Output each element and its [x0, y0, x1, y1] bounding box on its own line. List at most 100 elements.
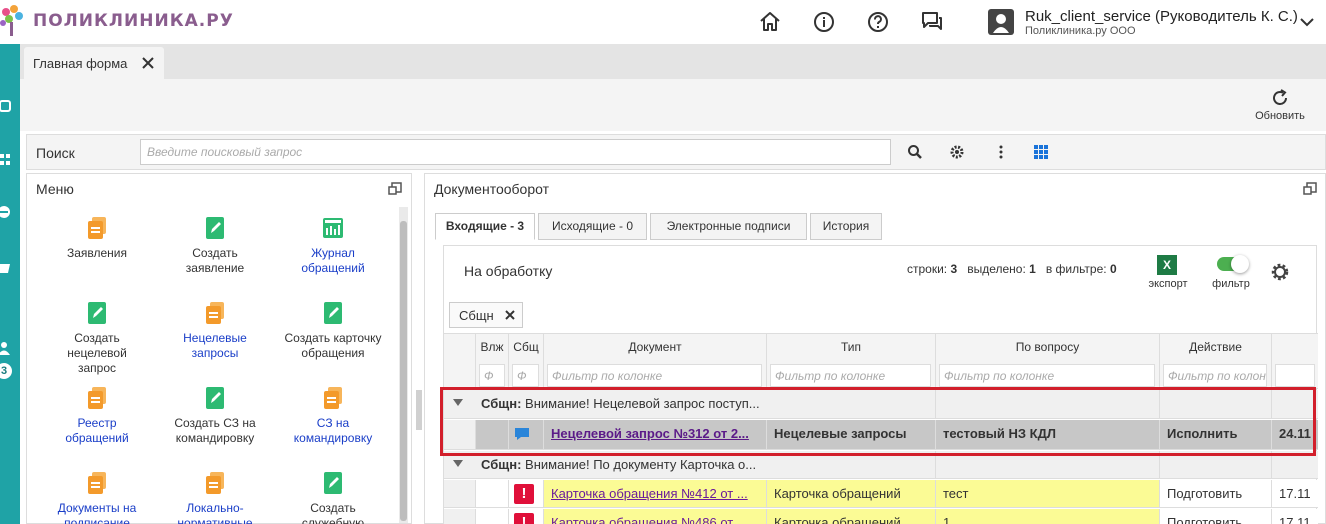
menu-item-create-nontarget-request[interactable]: Создать нецелевой запрос	[47, 301, 147, 376]
menu-item-documents-to-sign[interactable]: Документы на подписание	[47, 471, 147, 524]
refresh-icon	[1273, 89, 1287, 105]
stack-docs-icon	[206, 302, 224, 324]
avatar[interactable]	[988, 9, 1014, 35]
chevron-down-icon[interactable]	[1299, 14, 1315, 30]
filter-input-attachments[interactable]	[479, 364, 505, 387]
menu-item-create-application[interactable]: Создать заявление	[165, 216, 265, 276]
column-header-messages[interactable]: Сбщ	[509, 334, 544, 362]
group-chip[interactable]: Сбщн	[449, 302, 523, 328]
column-header-type[interactable]: Тип	[767, 334, 936, 362]
tab-history[interactable]: История	[810, 213, 882, 240]
docflow-title: Документооборот	[434, 181, 550, 197]
doc-edit-icon	[206, 387, 224, 409]
action-cell: Подготовить	[1160, 509, 1272, 524]
tab-outgoing[interactable]: Исходящие - 0	[538, 213, 647, 240]
column-header-attachments[interactable]: Влж	[476, 334, 509, 362]
document-link[interactable]: Карточка обращения №412 от ...	[551, 486, 748, 501]
menu-item-label: Создать нецелевой запрос	[67, 331, 127, 375]
notification-badge[interactable]: 3	[0, 361, 14, 381]
filter-input-document[interactable]	[547, 364, 762, 387]
filter-input-question[interactable]	[939, 364, 1155, 387]
menu-item-local-normative[interactable]: Локально-нормативные	[165, 471, 265, 524]
search-label: Поиск	[36, 145, 75, 161]
message-cell[interactable]: !	[509, 480, 544, 507]
panel-splitter[interactable]	[416, 390, 422, 430]
filter-input-type[interactable]	[770, 364, 931, 387]
search-input[interactable]	[140, 139, 891, 165]
refresh-label: Обновить	[1255, 110, 1305, 122]
menu-item-business-trip[interactable]: СЗ на командировку	[283, 386, 383, 446]
settings-gears-icon[interactable]	[949, 144, 965, 160]
chat-messages-icon[interactable]	[920, 10, 944, 34]
column-header-document[interactable]: Документ	[544, 334, 767, 362]
menu-item-create-request-card[interactable]: Создать карточку обращения	[283, 301, 383, 361]
nav-grid-icon[interactable]	[0, 152, 14, 168]
info-icon[interactable]	[812, 10, 836, 34]
column-header-action[interactable]: Действие	[1160, 334, 1272, 362]
filter-cell-empty	[444, 362, 476, 390]
search-icon[interactable]	[907, 144, 923, 160]
message-cell[interactable]: !	[509, 509, 544, 524]
menu-item-create-service-note[interactable]: Создать служебную	[283, 471, 383, 524]
menu-item-applications[interactable]: Заявления	[47, 216, 147, 261]
tab-incoming[interactable]: Входящие - 3	[435, 213, 535, 240]
close-icon[interactable]	[505, 310, 515, 320]
menu-item-requests-journal[interactable]: Журнал обращений	[283, 216, 383, 276]
home-icon[interactable]	[758, 10, 782, 34]
filter-toggle[interactable]: фильтр	[1206, 253, 1256, 293]
menu-item-create-business-trip[interactable]: Создать СЗ на командировку	[165, 386, 265, 446]
column-expander	[444, 334, 476, 362]
side-nav-strip: 3	[0, 44, 20, 524]
document-link[interactable]: Карточка обращения №486 от ...	[551, 515, 748, 524]
menu-scrollbar-thumb[interactable]	[400, 221, 407, 521]
nav-user-icon[interactable]	[0, 340, 14, 356]
nav-box-icon[interactable]	[0, 260, 14, 276]
doc-edit-icon	[324, 472, 342, 494]
toggle-switch[interactable]	[1217, 255, 1249, 273]
nav-minus-icon[interactable]	[0, 204, 14, 220]
tab-e-signatures[interactable]: Электронные подписи	[650, 213, 807, 240]
close-icon[interactable]	[142, 57, 154, 69]
selected-label: выделено:	[967, 262, 1026, 276]
filter-input-date[interactable]	[1275, 364, 1315, 387]
menu-scrollbar[interactable]	[399, 207, 408, 523]
expand-panel-icon[interactable]	[1303, 182, 1317, 196]
gear-icon[interactable]	[1270, 262, 1290, 282]
refresh-button[interactable]: Обновить	[1241, 86, 1319, 126]
help-icon[interactable]	[866, 10, 890, 34]
user-icon	[993, 14, 1009, 33]
document-cell[interactable]: Карточка обращения №486 от ...	[544, 509, 767, 524]
menu-item-label: Нецелевые запросы	[183, 331, 247, 360]
more-vertical-icon[interactable]	[993, 144, 1009, 160]
stack-docs-icon	[206, 472, 224, 494]
logo-tree-icon	[0, 5, 23, 36]
collapse-triangle-icon[interactable]	[453, 460, 463, 468]
filter-cell	[509, 362, 544, 390]
column-header-question[interactable]: По вопросу	[936, 334, 1160, 362]
filter-input-action[interactable]	[1163, 364, 1267, 387]
expand-panel-icon[interactable]	[388, 182, 402, 196]
menu-item-requests-registry[interactable]: Реестр обращений	[47, 386, 147, 446]
docflow-panel: Документооборот Входящие - 3 Исходящие -…	[424, 173, 1326, 524]
column-header-date[interactable]	[1272, 334, 1318, 362]
row-indent-cell	[444, 480, 476, 507]
tab-main-form[interactable]: Главная форма	[24, 47, 164, 79]
rows-value: 3	[950, 262, 958, 276]
document-cell[interactable]: Карточка обращения №412 от ...	[544, 480, 767, 507]
table-row[interactable]: ! Карточка обращения №486 от ... Карточк…	[444, 509, 1318, 524]
menu-item-nontarget-requests[interactable]: Нецелевые запросы	[165, 301, 265, 361]
chip-label: Сбщн	[459, 308, 494, 323]
export-button[interactable]: X экспорт	[1144, 253, 1194, 293]
user-name[interactable]: Ruk_client_service (Руководитель К. С.)	[1025, 8, 1298, 25]
filter-input-messages[interactable]	[512, 364, 539, 387]
warning-icon[interactable]: !	[514, 513, 534, 524]
date-cell: 17.11	[1272, 509, 1318, 524]
warning-icon[interactable]: !	[514, 484, 534, 504]
apps-grid-icon[interactable]	[1033, 144, 1049, 160]
filter-cell	[1160, 362, 1272, 390]
doc-edit-icon	[324, 302, 342, 324]
table-row[interactable]: ! Карточка обращения №412 от ... Карточк…	[444, 480, 1318, 508]
nav-print-icon[interactable]	[0, 98, 14, 114]
date-cell: 17.11	[1272, 480, 1318, 507]
type-cell: Карточка обращений	[767, 480, 936, 507]
